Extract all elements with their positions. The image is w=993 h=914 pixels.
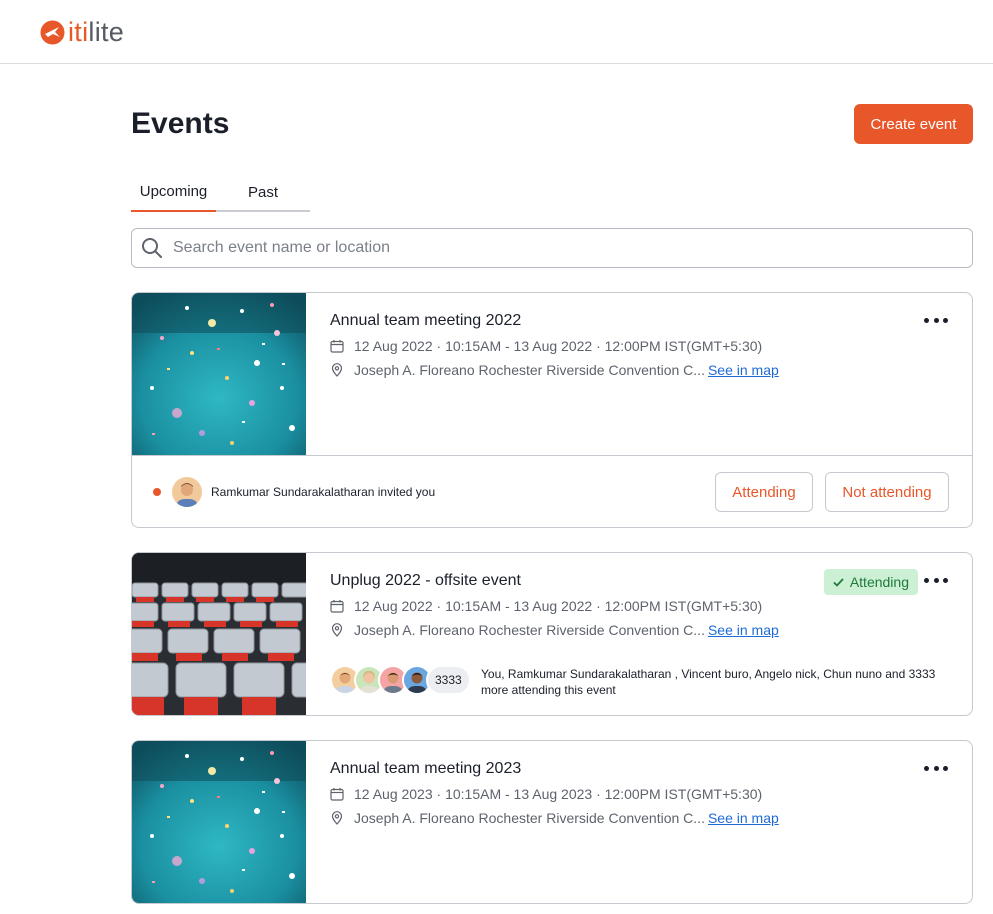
invite-row: Ramkumar Sundarakalatharan invited you A… xyxy=(132,455,972,527)
check-icon xyxy=(833,577,844,587)
event-title[interactable]: Unplug 2022 - offsite event xyxy=(330,572,521,590)
create-event-button[interactable]: Create event xyxy=(854,104,973,144)
attendee-avatars[interactable]: 3333 xyxy=(330,665,471,695)
logo-plane-icon xyxy=(40,20,65,44)
event-image-confetti xyxy=(132,741,306,903)
event-title[interactable]: Annual team meeting 2022 xyxy=(330,312,521,330)
itilite-logo[interactable]: itilite xyxy=(40,18,124,46)
location-pin-icon xyxy=(331,363,343,377)
unread-dot xyxy=(153,488,161,496)
event-image-confetti xyxy=(132,293,306,455)
top-bar: itilite xyxy=(0,0,993,64)
event-date: 12 Aug 2022 · 10:15AM - 13 Aug 2022 · 12… xyxy=(330,598,762,614)
status-badge-label: Attending xyxy=(849,574,909,590)
more-options-icon[interactable] xyxy=(924,571,948,589)
more-options-icon[interactable] xyxy=(924,311,948,329)
event-title[interactable]: Annual team meeting 2023 xyxy=(330,760,521,778)
status-badge: Attending xyxy=(823,569,918,595)
search-input[interactable] xyxy=(173,239,933,257)
event-card[interactable]: Unplug 2022 - offsite event Attending 12… xyxy=(131,552,973,716)
event-location: Joseph A. Floreano Rochester Riverside C… xyxy=(330,362,779,378)
event-datetime-text: 12 Aug 2022 · 10:15AM - 13 Aug 2022 · 12… xyxy=(354,598,763,614)
attendee-count-badge: 3333 xyxy=(426,665,471,695)
event-datetime-text: 12 Aug 2022 · 10:15AM - 13 Aug 2022 · 12… xyxy=(354,338,763,354)
invite-text: Ramkumar Sundarakalatharan invited you xyxy=(211,485,436,499)
event-location-text: Joseph A. Floreano Rochester Riverside C… xyxy=(354,622,705,638)
event-location-text: Joseph A. Floreano Rochester Riverside C… xyxy=(354,810,705,826)
tab-past[interactable]: Past xyxy=(228,172,298,212)
event-card[interactable]: Annual team meeting 2023 12 Aug 2023 · 1… xyxy=(131,740,973,904)
event-date: 12 Aug 2023 · 10:15AM - 13 Aug 2023 · 12… xyxy=(330,786,762,802)
see-in-map-link[interactable]: See in map xyxy=(708,622,779,638)
event-tabs: Upcoming Past xyxy=(131,172,310,212)
logo-text: itilite xyxy=(68,17,125,47)
event-location: Joseph A. Floreano Rochester Riverside C… xyxy=(330,622,779,638)
location-pin-icon xyxy=(331,623,343,637)
event-card[interactable]: Annual team meeting 2022 12 Aug 2022 · 1… xyxy=(131,292,973,528)
avatar xyxy=(172,477,202,507)
page-title: Events xyxy=(131,107,230,140)
see-in-map-link[interactable]: See in map xyxy=(708,362,779,378)
event-location: Joseph A. Floreano Rochester Riverside C… xyxy=(330,810,779,826)
not-attending-button[interactable]: Not attending xyxy=(825,472,949,512)
event-date: 12 Aug 2022 · 10:15AM - 13 Aug 2022 · 12… xyxy=(330,338,762,354)
search-icon xyxy=(142,238,162,258)
calendar-icon xyxy=(330,600,344,613)
location-pin-icon xyxy=(331,811,343,825)
tab-upcoming[interactable]: Upcoming xyxy=(131,172,216,212)
event-image-auditorium-seats xyxy=(132,553,306,715)
attending-button[interactable]: Attending xyxy=(715,472,813,512)
see-in-map-link[interactable]: See in map xyxy=(708,810,779,826)
event-location-text: Joseph A. Floreano Rochester Riverside C… xyxy=(354,362,705,378)
search-box xyxy=(131,228,973,268)
calendar-icon xyxy=(330,788,344,801)
event-datetime-text: 12 Aug 2023 · 10:15AM - 13 Aug 2023 · 12… xyxy=(354,786,763,802)
more-options-icon[interactable] xyxy=(924,759,948,777)
attendees-text: You, Ramkumar Sundarakalatharan , Vincen… xyxy=(481,667,936,697)
calendar-icon xyxy=(330,340,344,353)
